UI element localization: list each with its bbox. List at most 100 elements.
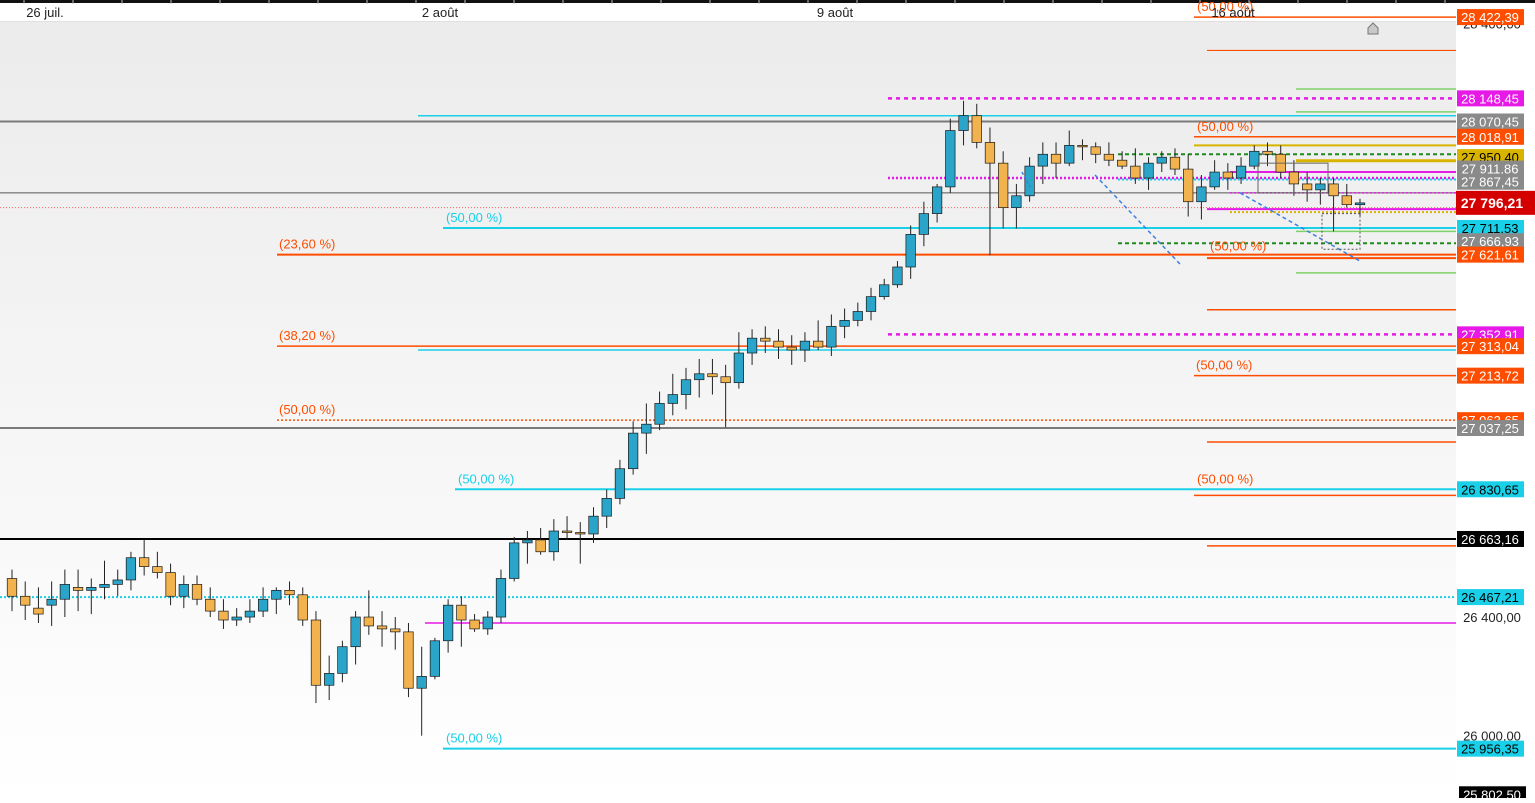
candle-body-down [297,594,308,621]
candle-body-down [456,604,467,621]
candle-body-up [839,320,850,327]
candle-body-up [509,542,520,579]
fib-label: (50,00 %) [1210,239,1266,254]
price-label: 27 037,25 [1461,421,1519,436]
candle-body-down [1077,145,1088,148]
fib-label: (50,00 %) [1197,119,1253,134]
price-label: 28 148,45 [1461,91,1519,106]
candle-body-up [1315,183,1326,191]
candle-body-up [667,394,678,404]
candle-body-up [86,587,97,591]
candle-body-down [1183,168,1194,203]
candle-body-up [522,539,533,544]
candle-body-down [33,607,44,615]
candle-body-down [1328,183,1339,197]
candle-body-up [694,373,705,381]
time-tick-label: 26 juil. [26,5,64,20]
price-label: 27 867,45 [1461,175,1519,190]
candle-body-down [1090,146,1101,155]
candle-body-up [244,610,255,618]
time-tick-label: 16 août [1211,5,1255,20]
price-label: 26 663,16 [1461,532,1519,547]
candle-body-up [1011,195,1022,209]
candle-body-down [72,587,84,591]
fib-label: (23,60 %) [279,237,335,252]
candle-body-up [99,584,110,588]
candle-body-up [271,589,282,600]
candle-body-down [575,532,586,535]
candle-body-down [1117,159,1128,167]
candle-body-up [482,616,493,630]
chart-root: (50,00 %) (50,00 %) (50,00 %) (23,60 %) (50,… [0,0,1535,803]
candle-body-down [998,162,1009,209]
candle-body-down [1341,195,1352,206]
candle-body-down [1103,153,1115,161]
candle-body-up [641,423,652,434]
candle-body-up [257,598,269,612]
candle-body-up [799,340,811,351]
price-tick-label: 25 802,50 [1463,787,1521,798]
fib-label: (38,20 %) [279,328,335,343]
candle-body-down [786,346,797,351]
fib-label: (50,00 %) [446,210,502,225]
candle[interactable] [429,637,441,680]
candle-body-down [205,598,216,612]
price-label: 28 018,91 [1461,130,1519,145]
candle-body-down [773,340,784,348]
candle-body-up [918,213,929,235]
candle-body-down [363,616,374,627]
time-tick-label: 9 août [817,5,854,20]
candle-body-up [746,337,758,354]
candle-body-down [310,619,322,686]
candle[interactable] [509,536,520,582]
candle-body-up [892,266,903,286]
price-chart[interactable]: (50,00 %) (50,00 %) (50,00 %) (23,60 %) (50,… [0,0,1535,803]
candle-body-down [984,142,996,164]
candle-body-down [760,337,771,342]
candle-body-up [654,403,665,425]
candle-body-up [324,673,335,686]
price-label: 25 956,35 [1461,742,1519,757]
candle-body-down [165,572,176,597]
candle-body-down [1050,153,1062,164]
candle-body-down [1288,171,1300,185]
candle-body-down [376,625,388,630]
candle-body-down [191,584,203,600]
price-label: 27 313,04 [1461,339,1519,354]
price-label: 27 621,61 [1461,248,1519,263]
price-label: 28 070,45 [1461,114,1519,129]
candle-body-up [1209,171,1220,188]
candle-body-up [1196,186,1207,203]
candle-body-up [178,584,189,597]
candle-body-up [865,296,877,312]
candle-body-down [1169,156,1181,170]
candle-body-down [20,595,31,606]
candle-body-up [429,640,441,677]
candle-body-down [284,589,295,596]
candle-body-up [337,646,348,674]
candle-body-down [218,610,229,621]
candle-body-up [59,584,70,600]
candle-body-down [6,578,18,597]
candle-body-up [231,616,242,621]
candle-body-up [958,115,969,131]
candle-body-up [350,616,361,648]
candle-body-up [588,515,599,535]
candle-body-up [1354,202,1366,206]
candle-body-up [826,325,837,348]
candle-body-up [1143,162,1154,179]
candle-body-down [469,619,480,630]
candle-body-down [535,539,546,553]
candle-body-up [416,676,427,689]
time-tick-label: 2 août [422,5,459,20]
fib-label: (50,00 %) [1197,471,1253,486]
candle-body-down [707,373,718,378]
candle[interactable] [403,622,414,698]
price-tick-label: 26 400,00 [1463,610,1521,625]
fib-label: (50,00 %) [458,471,514,486]
candle-body-up [733,352,744,384]
price-label: 27 213,72 [1461,369,1519,384]
candle-body-up [1037,153,1048,167]
candle-body-down [1302,183,1313,191]
candle-body-down [1262,150,1273,155]
